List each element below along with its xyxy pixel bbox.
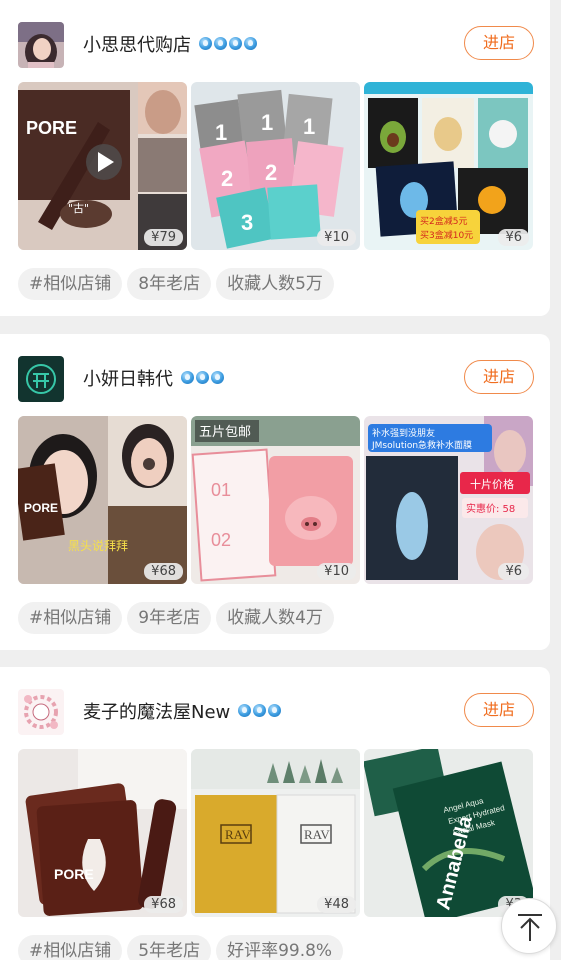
shop-level-badges [181, 368, 226, 389]
svg-text:1: 1 [215, 120, 227, 145]
shop-name[interactable]: 小思思代购店 [83, 31, 259, 57]
pore-blackhead-demo-image: PORE 黑头说拜拜 [18, 416, 187, 584]
shop-age-tag: 8年老店 [127, 268, 212, 300]
product-price: ¥79 [144, 229, 183, 246]
enter-shop-button[interactable]: 进店 [464, 360, 534, 394]
product-price: ¥48 [317, 896, 356, 913]
favorites-tag: 收藏人数5万 [216, 268, 334, 300]
svg-text:补水强到没朋友: 补水强到没朋友 [372, 427, 435, 439]
product-thumb[interactable]: 补水强到没朋友 JMsolution急救补水面膜 十片价格 实惠价: 58 ¥6 [364, 416, 533, 584]
product-thumbnails: PORE 黑头说拜拜 ¥68 五片包邮 01 02 ¥10 补水强到没朋友 JM… [18, 416, 533, 584]
svg-text:3: 3 [241, 210, 253, 235]
product-thumb[interactable]: 1 1 1 2 2 3 ¥10 [191, 82, 360, 250]
pink-floral-logo-icon [18, 689, 64, 735]
rating-tag: 好评率99.8% [216, 935, 344, 960]
shop-age-tag: 5年老店 [127, 935, 212, 960]
svg-text:"古": "古" [68, 202, 89, 215]
promo-text: 买3盒减10元 [420, 229, 473, 241]
ray-facial-mask-boxes-image: RAV RAV [191, 749, 360, 917]
shop-header: 小妍日韩代 进店 [18, 356, 534, 402]
shop-level-badges [199, 34, 259, 55]
favorites-tag: 收藏人数4万 [216, 602, 334, 634]
promo-text: 十片价格 [470, 477, 514, 491]
promo-text: 五片包邮 [199, 425, 251, 440]
shop-card[interactable]: 麦子的魔法屋New 进店 PORE ¥68 RAV RAV ¥48 Angel … [0, 667, 550, 960]
shop-header: 麦子的魔法屋New 进店 [18, 689, 534, 735]
jmsolution-water-mask-image: 补水强到没朋友 JMsolution急救补水面膜 十片价格 实惠价: 58 [364, 416, 533, 584]
shop-card[interactable]: 小思思代购店 进店 PORE "古" ¥79 1 1 1 2 2 3 ¥10 买… [0, 0, 550, 316]
diamond-icon [253, 704, 267, 717]
arrow-up-icon [518, 914, 542, 941]
shop-age-tag: 9年老店 [127, 602, 212, 634]
product-thumbnails: PORE ¥68 RAV RAV ¥48 Angel Aqua Expert H… [18, 749, 533, 917]
product-thumb[interactable]: PORE "古" ¥79 [18, 82, 187, 250]
svg-text:RAV: RAV [225, 827, 251, 842]
back-to-top-button[interactable] [501, 898, 557, 954]
promo-text: 买2盒减5元 [420, 215, 467, 227]
product-thumb[interactable]: 买2盒减5元 买3盒减10元 ¥6 [364, 82, 533, 250]
product-thumb[interactable]: 五片包邮 01 02 ¥10 [191, 416, 360, 584]
enter-shop-button[interactable]: 进店 [464, 26, 534, 60]
shop-tags: #相似店铺 5年老店 好评率99.8% [18, 935, 348, 960]
shop-header: 小思思代购店 进店 [18, 22, 534, 68]
product-price: ¥6 [498, 229, 529, 246]
diamond-icon [199, 37, 212, 50]
product-thumb[interactable]: Angel Aqua Expert Hydrated Facial Mask A… [364, 749, 533, 917]
svg-text:PORE: PORE [26, 118, 77, 138]
similar-shops-tag[interactable]: #相似店铺 [18, 602, 123, 634]
svg-text:02: 02 [211, 530, 231, 550]
product-thumbnails: PORE "古" ¥79 1 1 1 2 2 3 ¥10 买2盒减5元 买3盒减… [18, 82, 533, 250]
similar-shops-tag[interactable]: #相似店铺 [18, 268, 123, 300]
shop-name[interactable]: 小妍日韩代 [83, 365, 226, 391]
diamond-icon [196, 371, 209, 384]
svg-text:2: 2 [221, 166, 233, 191]
shop-level-badges [238, 701, 283, 722]
similar-shops-tag[interactable]: #相似店铺 [18, 935, 123, 960]
product-thumb[interactable]: RAV RAV ¥48 [191, 749, 360, 917]
shop-tags: #相似店铺 9年老店 收藏人数4万 [18, 602, 339, 634]
shop-avatar[interactable] [18, 689, 64, 735]
diamond-icon [181, 371, 194, 384]
shop-card[interactable]: 小妍日韩代 进店 PORE 黑头说拜拜 ¥68 五片包邮 01 02 ¥10 补… [0, 334, 550, 650]
shop-tags: #相似店铺 8年老店 收藏人数5万 [18, 268, 339, 300]
product-price: ¥68 [144, 563, 183, 580]
svg-text:PORE: PORE [54, 866, 94, 882]
shop-avatar[interactable] [18, 356, 64, 402]
svg-text:PORE: PORE [24, 501, 58, 515]
product-price: ¥10 [317, 229, 356, 246]
diamond-icon [229, 37, 242, 50]
product-price: ¥6 [498, 563, 529, 580]
svg-text:2: 2 [265, 160, 277, 185]
diamond-icon [238, 704, 252, 717]
svg-text:黑头说拜拜: 黑头说拜拜 [68, 538, 128, 553]
enter-shop-button[interactable]: 进店 [464, 693, 534, 727]
promo-text: 实惠价: 58 [466, 502, 515, 515]
shop-name[interactable]: 麦子的魔法屋New [83, 698, 283, 724]
pore-nose-strips-stack-image: PORE [18, 749, 187, 917]
svg-text:1: 1 [303, 114, 315, 139]
svg-text:JMsolution急救补水面膜: JMsolution急救补水面膜 [371, 439, 472, 451]
pig-nose-strip-pack-image: 五片包邮 01 02 [191, 416, 360, 584]
product-thumb[interactable]: PORE ¥68 [18, 749, 187, 917]
svg-text:RAV: RAV [304, 827, 330, 842]
shop-avatar[interactable] [18, 22, 64, 68]
diamond-icon [211, 371, 224, 384]
diamond-icon [244, 37, 257, 50]
svg-text:1: 1 [261, 110, 273, 135]
product-thumb[interactable]: PORE 黑头说拜拜 ¥68 [18, 416, 187, 584]
svg-text:01: 01 [211, 480, 231, 500]
product-price: ¥68 [144, 896, 183, 913]
jmsolution-mask-boxes-image: 买2盒减5元 买3盒减10元 [364, 82, 533, 250]
teal-shop-logo-icon [18, 356, 64, 402]
annabella-facial-mask-image: Angel Aqua Expert Hydrated Facial Mask A… [364, 749, 533, 917]
pore-nose-strip-product-image: PORE "古" [18, 82, 187, 250]
product-price: ¥10 [317, 563, 356, 580]
diamond-icon [214, 37, 227, 50]
woman-portrait-avatar-icon [18, 22, 64, 68]
step-1-2-3-nose-pack-image: 1 1 1 2 2 3 [191, 82, 360, 250]
diamond-icon [268, 704, 282, 717]
